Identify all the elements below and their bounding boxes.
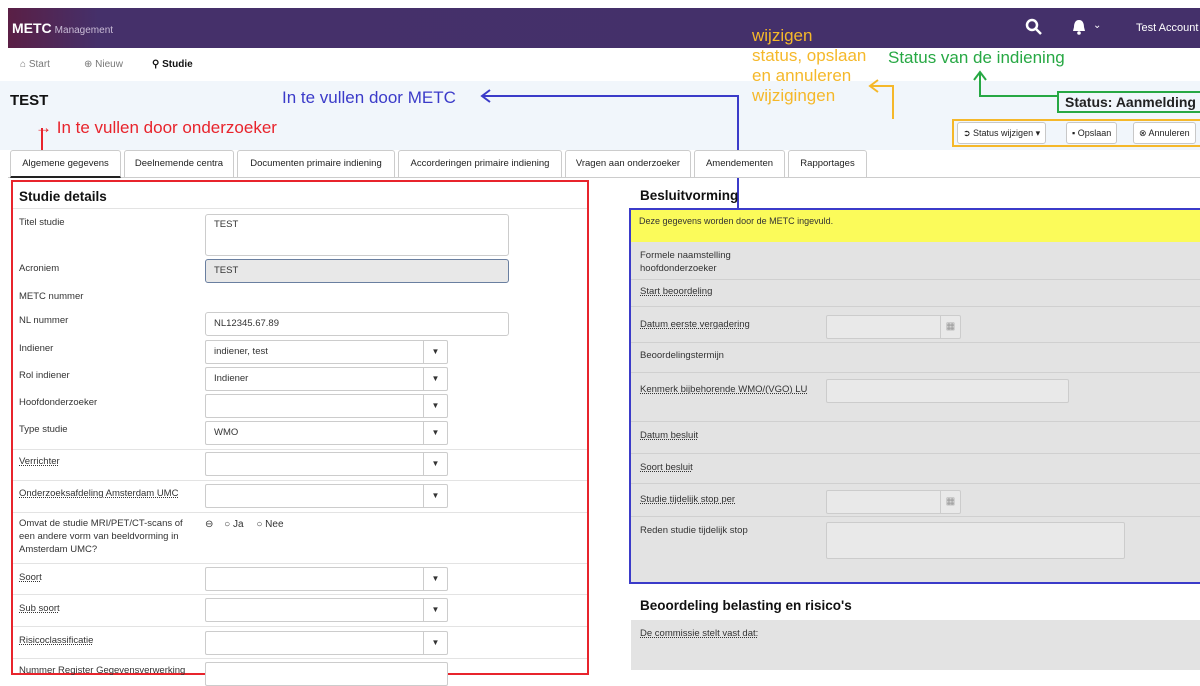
caret-down-icon: ▼: [423, 368, 447, 390]
divider: [631, 453, 1200, 454]
soort-label: Soort: [19, 572, 42, 583]
arrow-circle-icon: ➲: [963, 128, 974, 138]
caret-down-icon: ▼: [423, 453, 447, 475]
caret-down-icon: ▼: [423, 599, 447, 621]
commissie-label: De commissie stelt vast dat:: [640, 628, 759, 639]
datum-besluit-label: Datum besluit: [640, 430, 699, 441]
besluitvorming-title: Besluitvorming: [640, 188, 739, 203]
acroniem-input[interactable]: TEST: [205, 259, 509, 283]
divider: [631, 372, 1200, 373]
divider: [13, 563, 587, 564]
nl-nummer-input[interactable]: NL12345.67.89: [205, 312, 509, 336]
caret-down-icon: ▼: [423, 341, 447, 363]
divider: [13, 626, 587, 627]
indiener-select[interactable]: indiener, test ▼: [205, 340, 448, 364]
stop-per-label: Studie tijdelijk stop per: [640, 494, 736, 505]
afdeling-select[interactable]: ▼: [205, 484, 448, 508]
caret-down-icon: ▼: [423, 568, 447, 590]
divider: [631, 421, 1200, 422]
subsoort-select[interactable]: ▼: [205, 598, 448, 622]
calendar-icon[interactable]: ▦: [940, 491, 960, 513]
save-button[interactable]: ▪ Opslaan: [1066, 122, 1118, 144]
reden-stop-textarea[interactable]: [826, 522, 1125, 559]
risico-title: Beoordeling belasting en risico's: [640, 598, 852, 613]
status-badge: Status: Aanmelding: [1057, 91, 1200, 113]
verrichter-label: Verrichter: [19, 456, 60, 467]
nummer-register-label: Nummer Register Gegevensverwerking: [19, 665, 186, 676]
hoofdonderzoeker-select[interactable]: ▼: [205, 394, 448, 418]
kenmerk-label: Kenmerk bijbehorende WMO/(VGO) LU: [640, 384, 808, 395]
hoofdonderzoeker-label: Hoofdonderzoeker: [19, 397, 98, 408]
tab-vragen[interactable]: Vragen aan onderzoeker: [565, 150, 691, 178]
acroniem-label: Acroniem: [19, 263, 60, 274]
subsoort-label: Sub soort: [19, 603, 60, 614]
omvat-radio-group: ⊖ ○ Ja ○ Nee: [205, 519, 284, 530]
calendar-icon[interactable]: ▦: [940, 316, 960, 338]
divider: [13, 594, 587, 595]
caret-down-icon: ▼: [423, 422, 447, 444]
titel-textarea[interactable]: TEST: [205, 214, 509, 256]
divider: [631, 342, 1200, 343]
radio-nee[interactable]: ○ Nee: [256, 519, 283, 530]
divider: [631, 306, 1200, 307]
nummer-register-input[interactable]: [205, 662, 448, 686]
indiener-label: Indiener: [19, 343, 54, 354]
reden-stop-label: Reden studie tijdelijk stop: [640, 525, 748, 536]
formele-naam-label: Formele naamstelling hoofdonderzoeker: [640, 250, 731, 274]
divider: [13, 208, 587, 209]
annotation-status: Status van de indiening: [888, 48, 1065, 67]
close-circle-icon: ⊗: [1139, 128, 1149, 138]
caret-down-icon: ▼: [423, 395, 447, 417]
tab-algemene-gegevens[interactable]: Algemene gegevens: [10, 150, 121, 178]
divider: [631, 516, 1200, 517]
kenmerk-input[interactable]: [826, 379, 1069, 403]
soort-select[interactable]: ▼: [205, 567, 448, 591]
titel-label: Titel studie: [19, 217, 65, 228]
metc-nummer-label: METC nummer: [19, 291, 84, 302]
type-studie-label: Type studie: [19, 424, 68, 435]
start-beoordeling-label: Start beoordeling: [640, 286, 713, 297]
verrichter-select[interactable]: ▼: [205, 452, 448, 476]
risico-label: Risicoclassificatie: [19, 635, 94, 646]
tab-deelnemende-centra[interactable]: Deelnemende centra: [124, 150, 234, 178]
rol-indiener-select[interactable]: Indiener ▼: [205, 367, 448, 391]
caret-down-icon: ▼: [423, 632, 447, 654]
type-studie-select[interactable]: WMO ▼: [205, 421, 448, 445]
datum-vergadering-input[interactable]: ▦: [826, 315, 961, 339]
rol-indiener-label: Rol indiener: [19, 370, 70, 381]
cancel-button[interactable]: ⊗ Annuleren: [1133, 122, 1196, 144]
caret-down-icon: ▼: [423, 485, 447, 507]
radio-ja[interactable]: ○ Ja: [224, 519, 243, 530]
divider: [13, 480, 587, 481]
soort-besluit-label: Soort besluit: [640, 462, 693, 473]
divider: [13, 658, 587, 659]
annotation-wijzigen: wijzigen status, opslaan en annuleren wi…: [752, 26, 867, 105]
tab-documenten[interactable]: Documenten primaire indiening: [237, 150, 395, 178]
divider: [13, 449, 587, 450]
afdeling-label: Onderzoeksafdeling Amsterdam UMC: [19, 488, 179, 499]
omvat-label: Omvat de studie MRI/PET/CT-scans of een …: [19, 518, 183, 555]
beoordelingstermijn-label: Beoordelingstermijn: [640, 350, 724, 361]
clear-radio-icon[interactable]: ⊖: [205, 519, 213, 530]
status-change-button[interactable]: ➲ Status wijzigen ▾: [957, 122, 1047, 144]
studie-details-title: Studie details: [19, 189, 107, 204]
divider: [13, 512, 587, 513]
divider: [631, 483, 1200, 484]
tab-accorderingen[interactable]: Accorderingen primaire indiening: [398, 150, 562, 178]
datum-vergadering-label: Datum eerste vergadering: [640, 319, 750, 330]
nl-nummer-label: NL nummer: [19, 315, 69, 326]
tab-rapportages[interactable]: Rapportages: [788, 150, 867, 178]
tab-amendementen[interactable]: Amendementen: [694, 150, 785, 178]
divider: [631, 279, 1200, 280]
metc-note: Deze gegevens worden door de METC ingevu…: [631, 210, 1200, 242]
risico-select[interactable]: ▼: [205, 631, 448, 655]
stop-per-input[interactable]: ▦: [826, 490, 961, 514]
